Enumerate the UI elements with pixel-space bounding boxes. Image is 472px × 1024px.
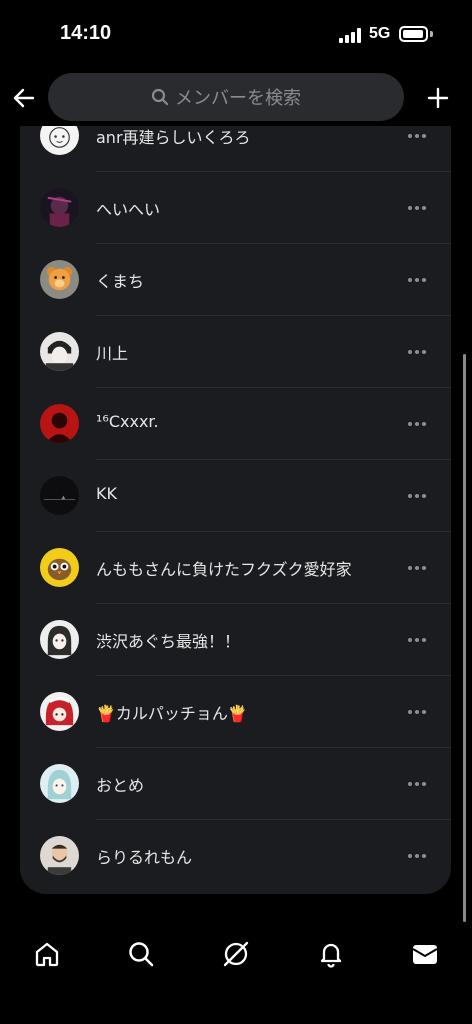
status-time: 14:10 — [60, 22, 112, 44]
member-row[interactable]: おとめ — [20, 748, 451, 820]
search-icon — [151, 88, 169, 106]
ellipsis-icon — [408, 782, 426, 786]
member-row[interactable]: anr再建らしいくろろ — [20, 126, 451, 172]
ellipsis-icon — [408, 566, 426, 570]
more-options-button[interactable] — [402, 626, 432, 654]
member-name: おとめ — [96, 776, 145, 795]
avatar[interactable] — [40, 332, 79, 371]
compass-icon — [223, 941, 249, 967]
nav-home[interactable] — [27, 934, 67, 974]
member-name: anr再建らしいくろろ — [96, 128, 251, 147]
nav-search[interactable] — [121, 934, 161, 974]
member-row[interactable]: ¹⁶Cxxxr. — [20, 388, 451, 460]
more-options-button[interactable] — [402, 770, 432, 798]
ellipsis-icon — [408, 710, 426, 714]
member-name: 🍟カルパッチョん🍟 — [96, 704, 248, 723]
battery-tip — [430, 31, 433, 37]
ellipsis-icon — [408, 206, 426, 210]
search-placeholder: メンバーを検索 — [175, 88, 301, 109]
more-options-button[interactable] — [402, 194, 432, 222]
avatar[interactable] — [40, 548, 79, 587]
ellipsis-icon — [408, 134, 426, 138]
member-row[interactable]: へいへい — [20, 172, 451, 244]
ellipsis-icon — [408, 278, 426, 282]
avatar[interactable] — [40, 126, 79, 155]
member-row[interactable]: くまち — [20, 244, 451, 316]
battery-icon — [399, 26, 428, 42]
member-name: 川上 — [96, 344, 129, 363]
avatar[interactable] — [40, 404, 79, 443]
member-row[interactable]: 川上 — [20, 316, 451, 388]
avatar[interactable] — [40, 836, 79, 875]
avatar[interactable] — [40, 764, 79, 803]
add-member-button[interactable] — [420, 78, 456, 118]
more-options-button[interactable] — [402, 698, 432, 726]
plus-icon — [427, 87, 449, 109]
member-row[interactable]: らりるれもん — [20, 820, 451, 892]
more-options-button[interactable] — [402, 126, 432, 150]
member-list: anr再建らしいくろろ へいへいくまち川上 ¹⁶Cxxxr. KK んももさんに負けたフ… — [20, 126, 451, 894]
member-name: へいへい — [96, 200, 161, 219]
member-row[interactable]: 渋沢あぐち最強！！ — [20, 604, 451, 676]
nav-notifications[interactable] — [311, 934, 351, 974]
bottom-nav — [0, 920, 472, 990]
nav-inbox[interactable] — [405, 934, 445, 974]
status-bar: 14:10 5G — [0, 0, 472, 66]
avatar[interactable] — [40, 188, 79, 227]
search-icon — [129, 942, 154, 967]
ellipsis-icon — [408, 494, 426, 498]
ellipsis-icon — [408, 854, 426, 858]
back-button[interactable] — [8, 78, 40, 118]
more-options-button[interactable] — [402, 338, 432, 366]
ellipsis-icon — [408, 638, 426, 642]
nav-explore[interactable] — [216, 934, 256, 974]
ellipsis-icon — [408, 422, 426, 426]
member-name: ¹⁶Cxxxr. — [96, 412, 159, 431]
member-row[interactable]: んももさんに負けたフクズク愛好家 — [20, 532, 451, 604]
member-row[interactable]: 🍟カルパッチョん🍟 — [20, 676, 451, 748]
bell-icon — [320, 943, 342, 968]
member-row[interactable]: KK — [20, 460, 451, 532]
inbox-icon — [412, 945, 438, 964]
scrollbar[interactable] — [463, 354, 466, 922]
more-options-button[interactable] — [402, 266, 432, 294]
avatar[interactable] — [40, 692, 79, 731]
more-options-button[interactable] — [402, 410, 432, 438]
avatar[interactable] — [40, 620, 79, 659]
member-name: 渋沢あぐち最強！！ — [96, 632, 241, 651]
more-options-button[interactable] — [402, 554, 432, 582]
member-search-input[interactable]: メンバーを検索 — [48, 73, 404, 121]
home-icon — [35, 942, 59, 967]
more-options-button[interactable] — [402, 482, 432, 510]
more-options-button[interactable] — [402, 842, 432, 870]
signal-icon — [339, 27, 363, 43]
header: メンバーを検索 — [0, 70, 472, 126]
arrow-left-icon — [13, 88, 35, 108]
member-name: くまち — [96, 272, 145, 291]
member-name: んももさんに負けたフクズク愛好家 — [96, 560, 352, 579]
member-name: らりるれもん — [96, 848, 193, 867]
avatar[interactable] — [40, 260, 79, 299]
network-label: 5G — [369, 25, 391, 42]
member-name: KK — [96, 484, 117, 503]
avatar[interactable] — [40, 476, 79, 515]
ellipsis-icon — [408, 350, 426, 354]
